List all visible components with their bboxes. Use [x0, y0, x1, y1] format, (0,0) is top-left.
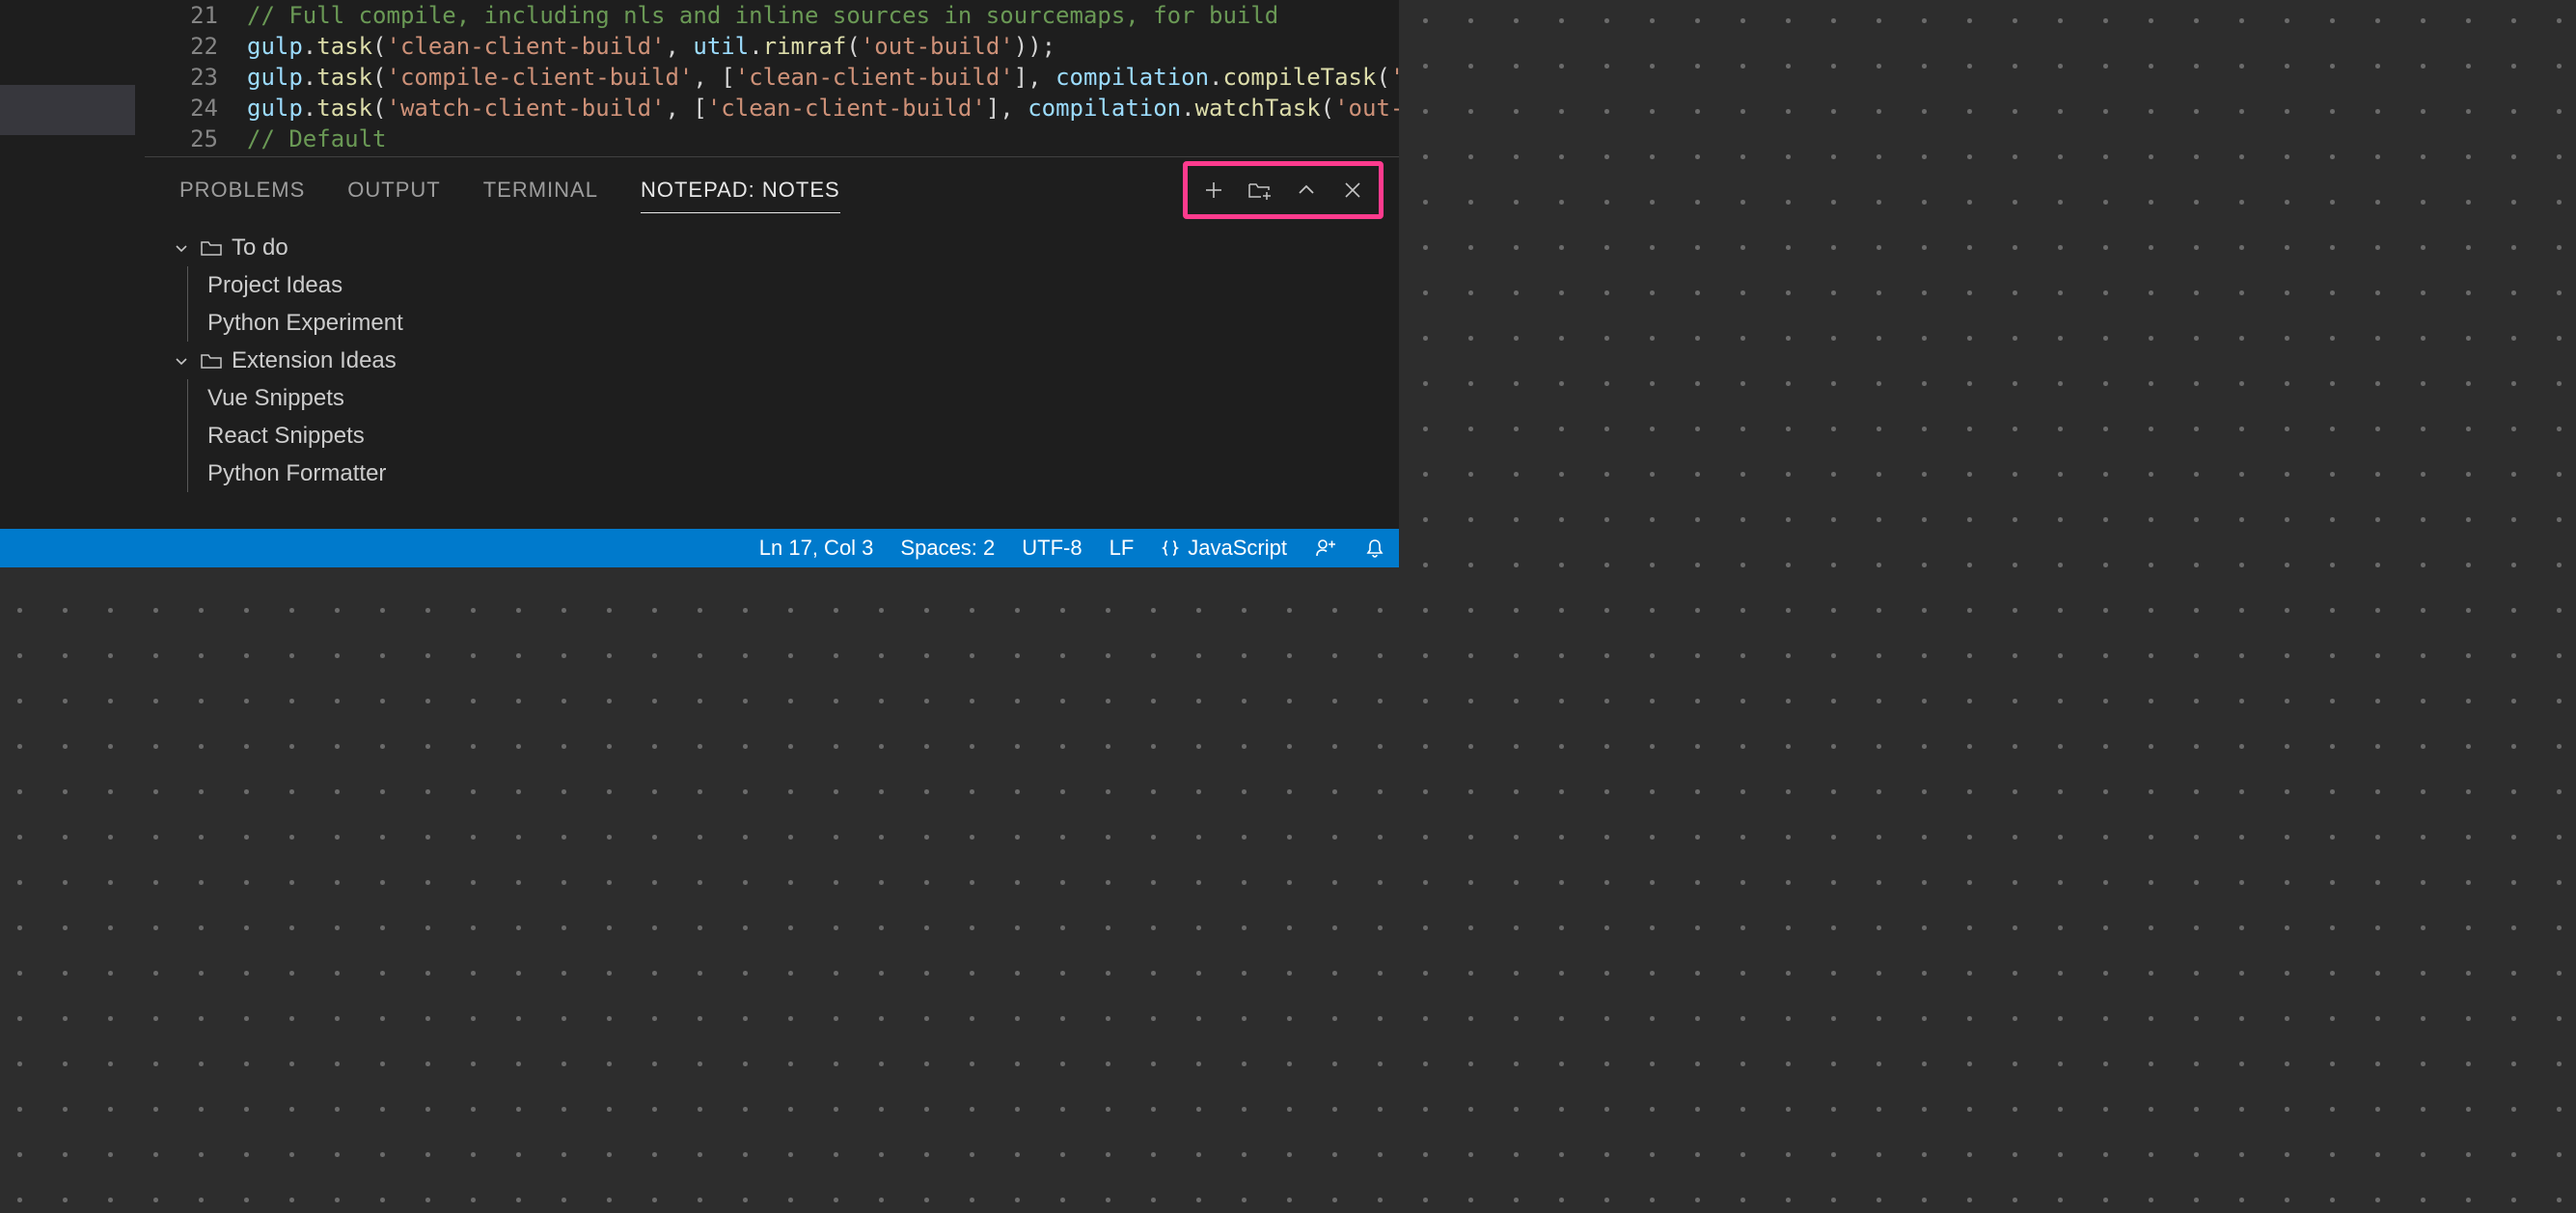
notes-tree: To do Project IdeasPython Experiment Exten… — [145, 223, 1399, 492]
tree-note-item[interactable]: Python Experiment — [207, 304, 1399, 342]
tree-folder-label: To do — [232, 234, 288, 262]
code-line[interactable]: // Default — [247, 124, 1399, 154]
code-line[interactable]: gulp.task('watch-client-build', ['clean-… — [247, 93, 1399, 124]
close-panel-icon[interactable] — [1340, 178, 1365, 203]
status-feedback-icon[interactable] — [1314, 537, 1337, 560]
line-number: 25 — [145, 124, 218, 154]
code-line[interactable]: // Full compile, including nls and inlin… — [247, 0, 1399, 31]
status-language-label: JavaScript — [1188, 536, 1287, 561]
status-encoding[interactable]: UTF-8 — [1022, 536, 1082, 561]
code-line[interactable]: gulp.task('clean-client-build', util.rim… — [247, 31, 1399, 62]
chevron-down-icon — [172, 353, 191, 369]
new-note-icon[interactable] — [1201, 178, 1226, 203]
collapse-panel-icon[interactable] — [1294, 178, 1319, 203]
line-number: 21 — [145, 0, 218, 31]
vscode-window: 212223242526 // Full compile, including … — [0, 0, 1399, 567]
line-number: 24 — [145, 93, 218, 124]
tree-note-item[interactable]: Python Formatter — [207, 455, 1399, 492]
status-bar: Ln 17, Col 3 Spaces: 2 UTF-8 LF JavaScri… — [0, 529, 1399, 567]
line-number: 23 — [145, 62, 218, 93]
code-line[interactable]: gulp.task('compile-client-build', ['clea… — [247, 62, 1399, 93]
new-folder-icon[interactable] — [1247, 178, 1273, 203]
braces-icon — [1161, 538, 1180, 558]
panel: PROBLEMS OUTPUT TERMINAL NOTEPAD: NOTES — [145, 156, 1399, 567]
editor-gutter: 212223242526 — [145, 0, 247, 156]
tree-note-item[interactable]: React Snippets — [207, 417, 1399, 455]
status-language[interactable]: JavaScript — [1161, 536, 1287, 561]
editor[interactable]: 212223242526 // Full compile, including … — [145, 0, 1399, 156]
panel-actions-highlighted — [1183, 161, 1384, 219]
folder-icon — [201, 352, 222, 370]
line-number: 22 — [145, 31, 218, 62]
status-cursor-position[interactable]: Ln 17, Col 3 — [759, 536, 874, 561]
folder-icon — [201, 239, 222, 257]
tree-note-item[interactable]: Vue Snippets — [207, 379, 1399, 417]
tree-folder[interactable]: To do — [172, 229, 1399, 266]
tree-note-item[interactable]: Project Ideas — [207, 266, 1399, 304]
tab-terminal[interactable]: TERMINAL — [483, 178, 598, 203]
sidebar-selection — [0, 85, 135, 135]
tree-folder[interactable]: Extension Ideas — [172, 342, 1399, 379]
editor-content[interactable]: // Full compile, including nls and inlin… — [247, 0, 1399, 156]
panel-tab-bar: PROBLEMS OUTPUT TERMINAL NOTEPAD: NOTES — [145, 157, 1399, 223]
status-eol[interactable]: LF — [1110, 536, 1135, 561]
line-number: 26 — [145, 154, 218, 156]
tab-problems[interactable]: PROBLEMS — [179, 178, 305, 203]
tab-notepad[interactable]: NOTEPAD: NOTES — [641, 178, 840, 213]
status-notifications-icon[interactable] — [1364, 538, 1385, 559]
status-indentation[interactable]: Spaces: 2 — [900, 536, 995, 561]
tab-output[interactable]: OUTPUT — [347, 178, 440, 203]
tree-folder-label: Extension Ideas — [232, 347, 397, 374]
chevron-down-icon — [172, 240, 191, 256]
